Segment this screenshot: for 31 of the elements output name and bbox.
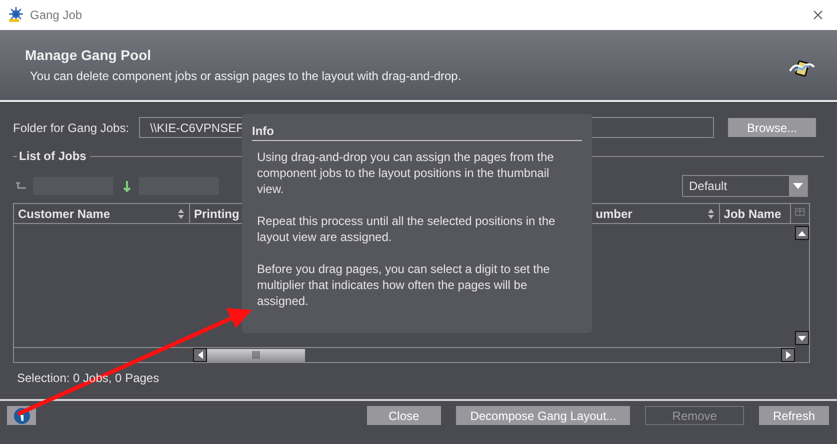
caret-icon (793, 183, 803, 189)
scroll-right-icon[interactable] (786, 351, 790, 359)
column-header[interactable]: Customer Name (14, 204, 190, 223)
grip-icon[interactable] (252, 351, 260, 359)
sort-icon (706, 208, 715, 220)
header-title: Manage Gang Pool (25, 47, 152, 63)
popup-paragraph: Using drag-and-drop you can assign the pages from the component jobs to the layout positions in the thumbnail view. (257, 149, 555, 197)
scroll-up-icon[interactable] (798, 230, 806, 236)
window-title: Gang Job (30, 8, 84, 22)
vertical-scrollbar[interactable] (795, 224, 809, 347)
footer-button[interactable]: Close (366, 406, 442, 425)
column-header[interactable]: Job Name (720, 204, 792, 223)
browse-button[interactable]: Browse... (728, 118, 816, 137)
sort-icon (176, 208, 185, 220)
horizontal-scrollbar[interactable] (14, 347, 795, 362)
view-dropdown[interactable]: Default (682, 175, 808, 197)
group-title: List of Jobs (19, 149, 86, 163)
info-icon (14, 408, 30, 424)
popup-paragraph: Before you drag pages, you can select a digit to set the multiplier that indicates how often the pages will be assigned. (257, 261, 551, 309)
scroll-left-icon[interactable] (198, 351, 202, 359)
sort-down-icon[interactable] (121, 180, 133, 192)
scroll-down-icon[interactable] (798, 336, 806, 340)
collapse-icon[interactable] (15, 180, 27, 192)
popup-title: Info (252, 124, 582, 141)
popup-paragraph: Repeat this process until all the selected positions in the layout view are assigned. (257, 213, 556, 245)
app-icon (8, 7, 24, 23)
footer-button[interactable]: Decompose Gang Layout... (456, 406, 630, 425)
footer-button[interactable]: Refresh (758, 406, 829, 425)
folder-label: Folder for Gang Jobs: (13, 120, 130, 134)
close-icon[interactable] (813, 10, 823, 20)
header-subtitle: You can delete component jobs or assign pages to the layout with drag-and-drop. (30, 69, 462, 83)
